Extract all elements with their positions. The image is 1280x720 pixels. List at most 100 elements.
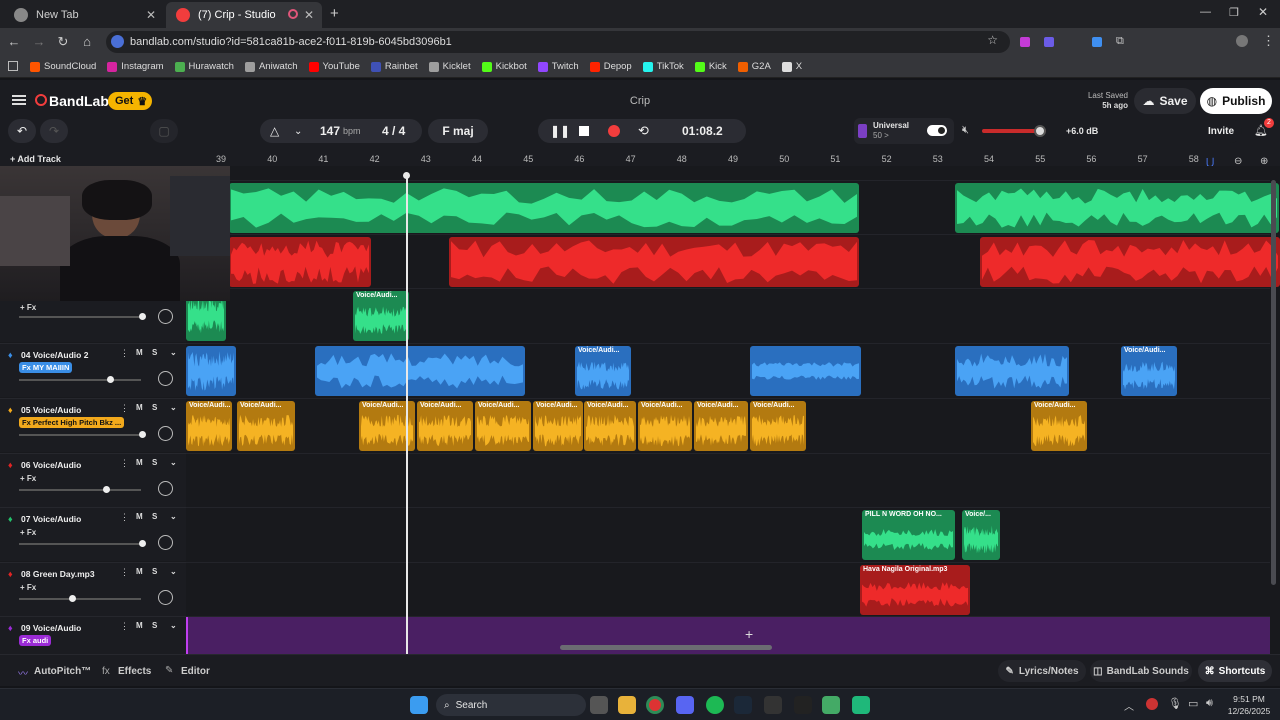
add-track-button[interactable]: + Add Track xyxy=(10,154,61,164)
audio-clip[interactable] xyxy=(315,346,525,396)
publish-button[interactable]: ◍ Publish xyxy=(1200,88,1272,114)
time-signature[interactable]: 4 / 4 xyxy=(382,124,405,138)
mute-button[interactable]: M xyxy=(136,567,143,576)
track-fx-button[interactable]: + Fx xyxy=(20,528,36,537)
steam-icon[interactable] xyxy=(734,696,752,714)
audio-clip[interactable] xyxy=(186,346,236,396)
timeline-ruler[interactable]: 39 40 41 42 43 44 45 46 47 48 49 50 51 52 53 54 55 56 57 58 xyxy=(186,152,1280,166)
solo-button[interactable]: S xyxy=(152,567,157,576)
track-name[interactable]: Voice/Audio xyxy=(33,405,82,415)
bookmark-item[interactable]: X xyxy=(781,61,802,72)
restore-icon[interactable]: ❐ xyxy=(1229,6,1239,19)
track-fx-button[interactable]: + Fx xyxy=(20,474,36,483)
effects-button[interactable]: Effects xyxy=(118,666,151,677)
home-icon[interactable]: ⌂ xyxy=(78,33,96,51)
track-name[interactable]: Green Day.mp3 xyxy=(33,569,95,579)
audio-clip[interactable] xyxy=(980,237,1280,287)
bookmark-item[interactable]: Aniwatch xyxy=(244,61,298,72)
mute-button[interactable]: M xyxy=(136,403,143,412)
track-menu-icon[interactable]: ⋮ xyxy=(120,458,129,469)
chevron-down-icon[interactable]: ⌄ xyxy=(170,458,177,467)
audio-clip[interactable]: PILL N WORD OH NO... xyxy=(862,510,955,560)
track-name[interactable]: Voice/Audio xyxy=(33,514,82,524)
spotify-icon[interactable] xyxy=(706,696,724,714)
track-lane[interactable] xyxy=(186,234,1280,288)
track-header[interactable]: ♦ 08 Green Day.mp3 ⋮ M S ⌄ + Fx xyxy=(0,562,186,616)
settings-icon[interactable] xyxy=(590,696,608,714)
app-icon[interactable] xyxy=(822,696,840,714)
forward-icon[interactable]: → xyxy=(30,33,48,51)
track-fx-button[interactable]: Fx Perfect High Pitch Bkz ... xyxy=(19,417,125,428)
tray-chevron-icon[interactable]: ︿ xyxy=(1124,698,1134,713)
metronome-placeholder-button[interactable]: ▢ xyxy=(150,119,178,143)
track-menu-icon[interactable]: ⋮ xyxy=(120,348,129,359)
chevron-down-icon[interactable]: ⌄ xyxy=(170,348,177,357)
track-fx-button[interactable]: + Fx xyxy=(20,583,36,592)
clock-time[interactable]: 9:51 PM xyxy=(1226,694,1272,704)
chevron-down-icon[interactable]: ⌄ xyxy=(170,403,177,412)
solo-button[interactable]: S xyxy=(152,403,157,412)
minimize-icon[interactable]: — xyxy=(1200,6,1211,18)
bookmark-item[interactable]: Kickbot xyxy=(481,61,527,72)
track-header[interactable]: ♦ 04 Voice/Audio 2 ⋮ M S ⌄ Fx MY MAIIIN xyxy=(0,343,186,397)
key-selector[interactable]: F maj xyxy=(428,119,488,143)
track-pan-knob[interactable] xyxy=(158,535,173,550)
extensions-puzzle-icon[interactable]: ⧉ xyxy=(1116,35,1124,48)
bookmark-item[interactable]: SoundCloud xyxy=(30,61,96,72)
menu-kebab-icon[interactable]: ⋮ xyxy=(1262,33,1275,49)
audio-clip[interactable]: Voice/Audi... xyxy=(575,346,631,396)
solo-button[interactable]: S xyxy=(152,621,157,630)
track-pan-knob[interactable] xyxy=(158,590,173,605)
save-button[interactable]: ☁ Save xyxy=(1134,88,1196,114)
app-icon[interactable] xyxy=(852,696,870,714)
track-volume-slider[interactable] xyxy=(19,313,146,320)
mute-button[interactable]: M xyxy=(136,621,143,630)
stop-icon[interactable] xyxy=(579,126,589,136)
extension-icon[interactable] xyxy=(1044,37,1054,47)
volume-icon[interactable]: 🔊︎ xyxy=(1206,697,1213,710)
close-icon[interactable]: ✕ xyxy=(304,8,314,22)
track-name[interactable]: Voice/Audio 2 xyxy=(33,350,89,360)
solo-button[interactable]: S xyxy=(152,348,157,357)
audio-clip[interactable] xyxy=(449,237,859,287)
microphone-icon[interactable]: 🎙︎ xyxy=(1168,697,1182,710)
audio-clip[interactable] xyxy=(955,183,1279,233)
discord-icon[interactable] xyxy=(676,696,694,714)
track-header[interactable]: ♦ 07 Voice/Audio ⋮ M S ⌄ + Fx xyxy=(0,507,186,561)
bookmark-item[interactable]: TikTok xyxy=(642,61,684,72)
track-volume-slider[interactable] xyxy=(19,486,141,493)
tempo-control[interactable]: △ ⌄ 147 bpm 4 / 4 xyxy=(260,119,422,143)
close-icon[interactable]: ✕ xyxy=(146,8,156,22)
track-name[interactable]: Voice/Audio xyxy=(33,623,82,633)
audio-clip[interactable] xyxy=(955,346,1069,396)
track-lane[interactable]: Voice/Audi... Voice/Audi... Voice/Audi... V… xyxy=(186,398,1270,452)
track-lane[interactable] xyxy=(186,453,1270,507)
redo-button[interactable]: ↷ xyxy=(40,119,68,143)
audio-clip[interactable]: Voice/Audi... xyxy=(750,401,806,451)
audio-clip[interactable]: Voice/... xyxy=(962,510,1000,560)
track-lane[interactable]: PILL N WORD OH NO... Voice/... xyxy=(186,507,1270,561)
master-volume-slider[interactable] xyxy=(982,125,1046,137)
playhead-handle[interactable] xyxy=(403,172,410,179)
autopitch-button[interactable]: AutoPitch™ xyxy=(34,666,91,677)
audio-clip[interactable]: Voice/Audi... xyxy=(533,401,583,451)
record-icon[interactable] xyxy=(608,125,620,137)
audio-clip[interactable]: Voice/Audi... xyxy=(1031,401,1087,451)
track-pan-knob[interactable] xyxy=(158,309,173,324)
track-lane[interactable]: Voice/Audi... xyxy=(186,288,1270,342)
track-pan-knob[interactable] xyxy=(158,481,173,496)
shortcuts-button[interactable]: ⌘ Shortcuts xyxy=(1198,660,1272,682)
track-volume-slider[interactable] xyxy=(19,595,141,602)
track-lane[interactable]: Voice/Audi... Voice/Audi... xyxy=(186,343,1270,397)
track-lane[interactable] xyxy=(186,180,1279,234)
chrome-taskbar-icon[interactable] xyxy=(646,696,664,714)
tab-studio[interactable]: (7) Crip - Studio ✕ xyxy=(166,2,322,28)
bookmark-item[interactable]: YouTube xyxy=(308,61,360,72)
tab-new-tab[interactable]: New Tab ✕ xyxy=(4,2,164,28)
loop-icon[interactable]: ⟲ xyxy=(638,123,649,139)
audio-clip[interactable] xyxy=(229,237,371,287)
audio-clip[interactable] xyxy=(750,346,861,396)
bookmark-item[interactable]: Instagram xyxy=(107,61,164,72)
solo-button[interactable]: S xyxy=(152,458,157,467)
audio-clip[interactable]: Voice/Audi... xyxy=(417,401,473,451)
